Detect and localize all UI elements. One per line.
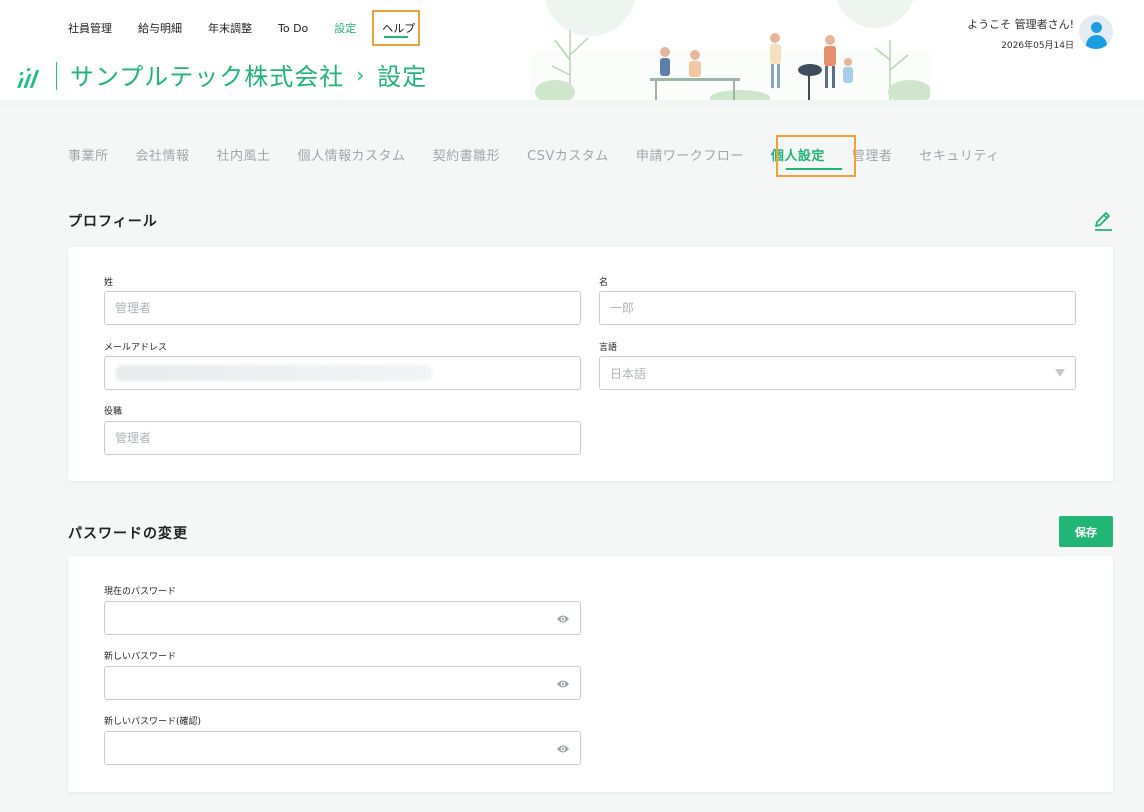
tab-contract-templates[interactable]: 契約書雛形 — [433, 145, 501, 164]
tab-office[interactable]: 事業所 — [68, 145, 109, 164]
new-password-label: 新しいパスワード — [104, 652, 177, 662]
current-password-field[interactable] — [104, 601, 581, 635]
last-name-label: 姓 — [104, 278, 114, 288]
company-name[interactable]: サンプルテック株式会社 — [70, 57, 344, 92]
email-field[interactable] — [104, 356, 581, 390]
email-label: メールアドレス — [104, 343, 168, 353]
welcome-text: ようこそ 管理者さん! — [967, 18, 1074, 31]
breadcrumb-separator: › — [356, 62, 366, 87]
settings-tabs: 事業所 会社情報 社内風土 個人情報カスタム 契約書雛形 CSVカスタム 申請ワ… — [68, 145, 1027, 164]
brand-divider — [56, 62, 57, 90]
header-shadow — [0, 100, 1144, 108]
tab-csv-custom[interactable]: CSVカスタム — [527, 145, 609, 164]
brand-logo-icon[interactable] — [17, 66, 41, 88]
eye-icon[interactable] — [556, 613, 570, 625]
eye-icon[interactable] — [556, 743, 570, 755]
password-section-title: パスワードの変更 — [68, 526, 188, 542]
tab-company-info[interactable]: 会社情報 — [136, 145, 190, 164]
avatar-head-icon — [1091, 22, 1102, 33]
profile-card: 姓 名 メールアドレス 言語 日本語 役職 — [68, 247, 1113, 481]
position-label: 役職 — [104, 407, 123, 417]
tab-personal-settings-highlight — [776, 135, 856, 177]
first-name-input[interactable] — [599, 291, 1076, 325]
last-name-input[interactable] — [104, 291, 581, 325]
profile-section-title: プロフィール — [68, 214, 158, 230]
tab-approval-workflow[interactable]: 申請ワークフロー — [636, 145, 744, 164]
tab-security[interactable]: セキュリティ — [919, 145, 999, 164]
confirm-password-field[interactable] — [104, 731, 581, 765]
nav-todo[interactable]: To Do — [278, 22, 308, 35]
breadcrumb: サンプルテック株式会社 › 設定 — [70, 57, 427, 92]
user-avatar[interactable] — [1079, 15, 1113, 49]
password-card: 現在のパスワード 新しいパスワード 新しいパスワード(確認) — [68, 556, 1113, 792]
tab-active-underline — [786, 168, 842, 170]
language-select[interactable]: 日本語 — [599, 356, 1076, 390]
nav-settings-highlight — [372, 10, 420, 46]
first-name-label: 名 — [599, 278, 609, 288]
current-password-label: 現在のパスワード — [104, 587, 177, 597]
edit-pencil-icon[interactable] — [1092, 208, 1114, 234]
position-input[interactable] — [104, 421, 581, 455]
nav-year-end-adjustment[interactable]: 年末調整 — [208, 20, 252, 36]
current-date: 2026年05月14日 — [1001, 41, 1074, 51]
app-header: 社員管理 給与明細 年末調整 To Do 設定 ヘルプ サンプルテック株式会社 … — [0, 0, 1144, 106]
eye-icon[interactable] — [556, 678, 570, 690]
nav-payslips[interactable]: 給与明細 — [138, 20, 182, 36]
confirm-password-label: 新しいパスワード(確認) — [104, 717, 202, 727]
tab-administrators[interactable]: 管理者 — [852, 145, 893, 164]
welcome-block: ようこそ 管理者さん! 2026年05月14日 — [967, 16, 1074, 51]
new-password-field[interactable] — [104, 666, 581, 700]
save-button[interactable]: 保存 — [1059, 516, 1113, 547]
nav-employee-management[interactable]: 社員管理 — [68, 20, 112, 36]
email-redacted-mask — [115, 365, 433, 381]
page-title: 設定 — [377, 63, 428, 91]
tab-company-culture[interactable]: 社内風土 — [217, 145, 271, 164]
select-arrow-icon — [1055, 369, 1065, 377]
nav-settings[interactable]: 設定 — [334, 20, 356, 36]
language-label: 言語 — [599, 343, 618, 353]
nav-active-underline — [384, 36, 408, 38]
language-selected-value: 日本語 — [610, 366, 647, 381]
tab-personal-info-custom[interactable]: 個人情報カスタム — [298, 145, 406, 164]
header-illustration — [530, 0, 930, 106]
avatar-body-icon — [1086, 35, 1107, 49]
